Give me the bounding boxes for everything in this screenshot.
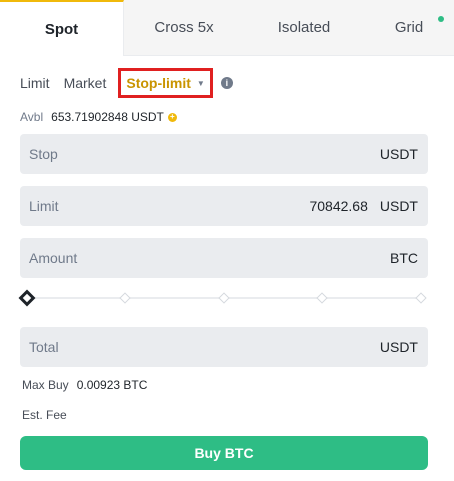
limit-label: Limit <box>29 198 59 214</box>
caret-down-icon: ▼ <box>196 78 205 88</box>
buy-btc-label: Buy BTC <box>194 445 254 461</box>
info-icon[interactable]: i <box>220 77 233 89</box>
max-buy-label: Max Buy <box>22 378 69 392</box>
new-indicator-dot <box>438 16 444 22</box>
tab-spot-label: Spot <box>44 20 79 38</box>
total-label: Total <box>29 339 59 355</box>
max-buy: Max Buy 0.00923 BTC <box>22 378 147 392</box>
amount-field[interactable]: Amount BTC <box>20 238 428 278</box>
order-type-selector: Limit Market Stop-limit ▼ i <box>20 68 233 98</box>
amount-slider[interactable] <box>18 289 428 307</box>
max-buy-value: 0.00923 BTC <box>76 378 148 392</box>
limit-unit: USDT <box>379 198 418 214</box>
order-type-stop-limit-label: Stop-limit <box>126 75 191 91</box>
est-fee-label[interactable]: Est. Fee <box>22 408 67 422</box>
slider-tick-50[interactable] <box>218 292 230 304</box>
available-balance: Avbl 653.71902848 USDT + <box>20 110 177 124</box>
stop-price-field[interactable]: Stop USDT <box>20 134 428 174</box>
tab-cross[interactable]: Cross 5x <box>124 0 244 56</box>
slider-handle[interactable] <box>18 289 36 307</box>
tab-isolated[interactable]: Isolated <box>244 0 364 56</box>
order-type-stop-limit[interactable]: Stop-limit ▼ <box>118 68 213 98</box>
tab-spot[interactable]: Spot <box>0 0 124 56</box>
amount-unit: BTC <box>390 250 418 266</box>
stop-unit: USDT <box>379 146 418 162</box>
amount-label: Amount <box>29 250 78 266</box>
slider-tick-100[interactable] <box>415 292 427 304</box>
tab-grid[interactable]: Grid <box>364 0 454 56</box>
avbl-label: Avbl <box>20 110 44 124</box>
trade-mode-tabs: Spot Cross 5x Isolated Grid <box>0 0 454 56</box>
slider-tick-75[interactable] <box>316 292 328 304</box>
avbl-value: 653.71902848 USDT <box>51 110 164 124</box>
slider-tick-25[interactable] <box>119 292 131 304</box>
limit-value: 70842.68 <box>309 198 368 214</box>
plus-circle-icon[interactable]: + <box>167 112 177 122</box>
stop-label: Stop <box>29 146 58 162</box>
tab-isolated-label: Isolated <box>277 19 331 36</box>
order-type-market[interactable]: Market <box>64 75 107 91</box>
tab-cross-label: Cross 5x <box>154 19 214 36</box>
total-field[interactable]: Total USDT <box>20 327 428 367</box>
buy-btc-button[interactable]: Buy BTC <box>20 436 428 470</box>
limit-price-field[interactable]: Limit 70842.68 USDT <box>20 186 428 226</box>
order-type-limit[interactable]: Limit <box>20 75 50 91</box>
tab-grid-label: Grid <box>394 19 424 36</box>
total-unit: USDT <box>379 339 418 355</box>
